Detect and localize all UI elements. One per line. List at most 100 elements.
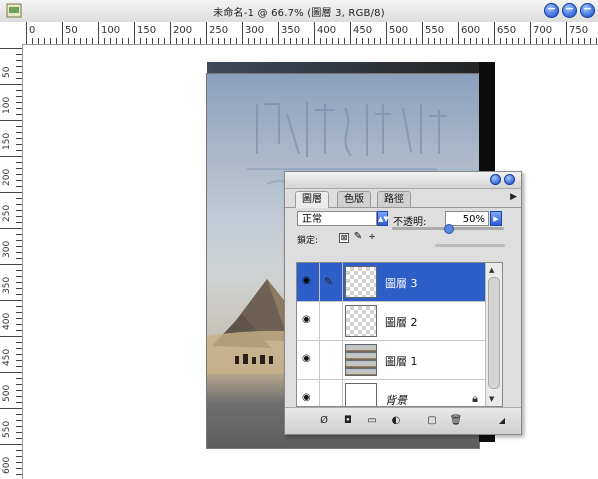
- ruler-minor-tick: [16, 288, 22, 289]
- ruler-minor-tick: [16, 360, 22, 361]
- ruler-minor-tick: [524, 38, 525, 44]
- layer-row-3[interactable]: ◉ ✎ 圖層 3: [297, 263, 502, 302]
- layer-link-cell[interactable]: [319, 380, 343, 406]
- ruler-major-tick: [530, 22, 531, 44]
- tab-channels[interactable]: 色版: [337, 191, 371, 207]
- opacity-slider-thumb[interactable]: [444, 224, 454, 234]
- layer-name[interactable]: 圖層 2: [385, 314, 418, 330]
- minimize-icon: −: [564, 2, 575, 15]
- ruler-minor-tick: [518, 38, 519, 44]
- ruler-minor-tick: [16, 204, 22, 205]
- scroll-up-icon[interactable]: ▲: [489, 266, 494, 274]
- zoom-icon: −: [582, 2, 593, 15]
- visibility-eye-icon[interactable]: ◉: [302, 276, 316, 286]
- lock-move-icon[interactable]: ✛: [367, 233, 377, 243]
- ruler-minor-tick: [188, 38, 189, 44]
- ruler-label: 550: [425, 25, 445, 36]
- layer-row-2[interactable]: ◉ 圖層 2: [297, 302, 502, 341]
- ruler-minor-tick: [500, 38, 501, 44]
- blend-mode-arrow-icon[interactable]: ▲▼: [377, 211, 389, 226]
- ruler-major-tick: [0, 300, 22, 301]
- ruler-minor-tick: [332, 38, 333, 44]
- ruler-minor-tick: [176, 38, 177, 44]
- resize-grip-icon[interactable]: ◢: [495, 414, 509, 427]
- adjustment-icon[interactable]: ◐: [389, 414, 403, 427]
- ruler-minor-tick: [482, 38, 483, 44]
- ruler-minor-tick: [16, 450, 22, 451]
- ruler-minor-tick: [236, 38, 237, 44]
- tab-layers[interactable]: 圖層: [295, 191, 329, 208]
- palette-menu-icon[interactable]: ▶: [510, 192, 517, 202]
- ruler-minor-tick: [16, 216, 22, 217]
- ruler-minor-tick: [16, 234, 22, 235]
- ruler-minor-tick: [128, 38, 129, 44]
- ruler-label: 600: [2, 456, 12, 474]
- layer-link-cell[interactable]: [319, 341, 343, 379]
- layer-link-cell[interactable]: ✎: [319, 263, 343, 301]
- ruler-major-tick: [0, 408, 22, 409]
- ruler-minor-tick: [110, 38, 111, 44]
- opacity-slider[interactable]: [392, 224, 504, 234]
- horizontal-ruler[interactable]: 0 50 100 150 200 250 300 350 400 450 500 550 600 650 7…: [22, 22, 598, 45]
- fill-slider-track[interactable]: [435, 244, 505, 247]
- ruler-label: 200: [2, 168, 12, 186]
- ruler-minor-tick: [392, 38, 393, 44]
- ruler-minor-tick: [452, 38, 453, 44]
- trash-icon[interactable]: 🗑︎: [449, 414, 463, 427]
- layer-name[interactable]: 圖層 1: [385, 353, 418, 369]
- ruler-label: 550: [2, 420, 12, 438]
- visibility-eye-icon[interactable]: ◉: [302, 315, 316, 325]
- layer-link-cell[interactable]: [319, 302, 343, 340]
- ruler-minor-tick: [16, 222, 22, 223]
- lock-transparency-checkbox[interactable]: ⊠: [339, 233, 349, 243]
- visibility-eye-icon[interactable]: ◉: [302, 354, 316, 364]
- layer-name[interactable]: 背景: [385, 392, 407, 406]
- visibility-eye-icon[interactable]: ◉: [302, 393, 316, 403]
- ruler-label: 150: [137, 25, 157, 36]
- ruler-major-tick: [458, 22, 459, 44]
- ruler-minor-tick: [404, 38, 405, 44]
- scroll-down-icon[interactable]: ▼: [489, 395, 494, 403]
- ruler-major-tick: [134, 22, 135, 44]
- palette-close-button[interactable]: [504, 174, 515, 185]
- ruler-label: 700: [533, 25, 553, 36]
- ruler-minor-tick: [446, 38, 447, 44]
- ruler-minor-tick: [302, 38, 303, 44]
- close-button[interactable]: −: [544, 2, 559, 18]
- ruler-minor-tick: [362, 38, 363, 44]
- blend-mode-select[interactable]: 正常: [297, 211, 377, 226]
- new-layer-icon[interactable]: ▢: [425, 414, 439, 427]
- ruler-label: 750: [569, 25, 589, 36]
- ruler-minor-tick: [224, 38, 225, 44]
- opacity-arrow-icon[interactable]: ▶: [490, 211, 502, 226]
- ruler-label: 100: [2, 96, 12, 114]
- zoom-button[interactable]: −: [580, 2, 595, 18]
- ruler-minor-tick: [16, 180, 22, 181]
- layers-palette[interactable]: 圖層 色版 路徑 ▶ 正常 ▲▼ 不透明: 50% ▶ 鎖定: ⊠ ✎ ✛ ◉ …: [284, 171, 522, 435]
- paintbrush-icon: ✎: [324, 275, 334, 288]
- scroll-thumb[interactable]: [488, 277, 500, 389]
- mask-icon[interactable]: ◘: [341, 414, 355, 427]
- layer-row-background[interactable]: ◉ 背景 🔒︎: [297, 380, 502, 406]
- lock-brush-icon[interactable]: ✎: [353, 232, 363, 243]
- tab-paths[interactable]: 路徑: [377, 191, 411, 207]
- ruler-major-tick: [98, 22, 99, 44]
- palette-titlebar[interactable]: [285, 172, 521, 189]
- ruler-minor-tick: [596, 38, 597, 44]
- lock-label: 鎖定:: [297, 236, 319, 246]
- ruler-minor-tick: [92, 38, 93, 44]
- ruler-origin[interactable]: [0, 22, 23, 45]
- ruler-label: 450: [353, 25, 373, 36]
- vertical-ruler[interactable]: 50 100 150 200 250 300 350 400 450 500 550 600: [0, 44, 23, 479]
- folder-icon[interactable]: ▭: [365, 414, 379, 427]
- layer-name[interactable]: 圖層 3: [385, 275, 418, 291]
- ruler-minor-tick: [554, 38, 555, 44]
- layer-row-1[interactable]: ◉ 圖層 1: [297, 341, 502, 380]
- book-top-edge: [207, 62, 495, 74]
- palette-collapse-button[interactable]: [490, 174, 501, 185]
- minimize-button[interactable]: −: [562, 2, 577, 18]
- layers-scrollbar[interactable]: ▲ ▼: [485, 263, 502, 406]
- ruler-minor-tick: [68, 38, 69, 44]
- layer-style-icon[interactable]: Ø: [317, 414, 331, 427]
- ruler-major-tick: [0, 444, 22, 445]
